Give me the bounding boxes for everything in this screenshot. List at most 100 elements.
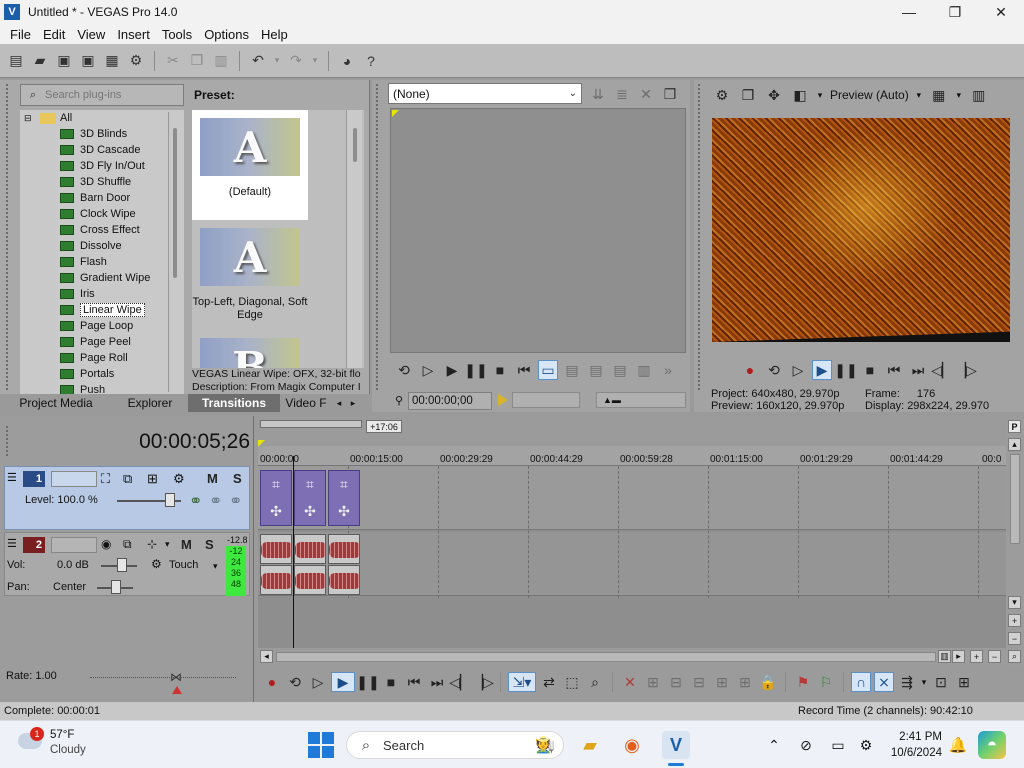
tree-scrollbar[interactable] [168,112,182,392]
paste-icon[interactable]: ▥ [211,51,231,71]
preset-scrollbar[interactable] [346,110,362,368]
scroll-left-icon[interactable]: ◂ [260,650,273,663]
play-icon[interactable]: ▶ [812,360,832,380]
go-to-start-icon[interactable]: ⏮ [884,360,904,380]
menu-edit[interactable]: Edit [37,27,71,42]
tree-item-push[interactable]: Push [20,382,184,394]
crop-icon[interactable]: ⌗ [272,476,280,493]
event-fx-icon[interactable]: ⊞ [735,672,755,692]
lock-envelopes-icon[interactable]: ⊡ [931,672,951,692]
vol-slider-knob[interactable] [117,558,127,572]
save-icon[interactable]: ▣ [54,51,74,71]
trim-end-icon[interactable]: ⊟ [689,672,709,692]
crop-icon[interactable]: ⌗ [306,476,314,493]
pause-icon[interactable]: ❚❚ [356,672,379,692]
automation-gear-icon[interactable]: ⚙ [151,557,162,571]
prev-frame-icon[interactable]: ⏮ [514,360,534,380]
scroll-grip-icon[interactable]: ▥ [938,650,951,663]
mute-button[interactable]: M [181,537,192,552]
tab-video-fx[interactable]: Video F [280,394,332,412]
external-monitor-icon[interactable]: ❐ [738,85,758,105]
scroll-thumb[interactable] [1010,454,1020,544]
track-fx-icon[interactable]: ⧉ [123,537,132,552]
play-from-start-icon[interactable]: ▷ [788,360,808,380]
display-icon[interactable]: ▭ [824,731,852,759]
track-collapse-icon[interactable]: ☰ [7,471,17,484]
go-to-end-icon[interactable]: ⏭ [908,360,928,380]
pan-crop-icon[interactable]: ✣ [304,503,316,520]
video-track-header[interactable]: ☰ 1 ⛶ ⧉ ⊞ ⚙ M S Level: 100.0 % ⚭ ⚭ ⚭ [4,466,250,530]
scroll-up-icon[interactable]: ▴ [1008,438,1021,451]
normal-edit-tool-icon[interactable]: ⇲▾ [508,672,536,692]
chevron-down-icon[interactable]: ▾ [915,90,923,101]
track-settings-gear-icon[interactable]: ⚙ [173,471,185,487]
tab-transitions[interactable]: Transitions [188,394,280,412]
record-icon[interactable]: ● [740,360,760,380]
insert-marker-icon[interactable]: ⚑ [793,672,813,692]
scroll-down-icon[interactable]: ▾ [1008,596,1021,609]
auto-crossfade-icon[interactable]: ⨯ [874,672,894,692]
zoom-in-icon[interactable]: + [970,650,983,663]
next-frame-icon[interactable]: ▕▷ [955,360,977,380]
audio-clip[interactable] [294,534,326,564]
trimmer-range-field[interactable] [512,392,580,408]
taskbar-search-box[interactable]: ⌕ Search 🧑‍🌾 [346,731,564,759]
tree-scroll-thumb[interactable] [173,128,177,278]
pan-crop-icon[interactable]: ✣ [270,503,282,520]
menu-tools[interactable]: Tools [156,27,198,42]
preset-default[interactable]: A (Default) [192,110,308,220]
tree-item-dissolve[interactable]: Dissolve [20,238,184,254]
timeline-ruler[interactable]: 00:00:00 00:00:15:00 00:00:29:29 00:00:4… [258,446,1006,466]
loop-icon[interactable]: ⟲ [764,360,784,380]
compositing-mode-icon[interactable]: ⊞ [147,471,158,487]
overlay-icon[interactable]: ◧ [790,85,810,105]
tree-item-cross-effect[interactable]: Cross Effect [20,222,184,238]
new-project-icon[interactable]: ▤ [6,51,26,71]
insert-icon[interactable]: ▤ [610,360,630,380]
next-frame-icon[interactable]: ▕▷ [472,672,494,692]
tab-explorer[interactable]: Explorer [112,394,188,412]
replace-icon[interactable]: ▥ [634,360,654,380]
play-icon[interactable]: ▶ [331,672,355,692]
preview-quality-dropdown[interactable]: Preview (Auto) [830,88,909,102]
copy-snapshot-icon[interactable]: ▥ [969,85,989,105]
loop-icon[interactable]: ⟲ [394,360,414,380]
tree-item-gradient-wipe[interactable]: Gradient Wipe [20,270,184,286]
tree-item-iris[interactable]: Iris [20,286,184,302]
track-fx-icon[interactable]: ⧉ [123,471,132,487]
trimmer-viewer[interactable] [390,108,686,353]
audio-track-lane[interactable] [258,532,1006,596]
close-button[interactable]: ✕ [978,0,1024,24]
preview-settings-gear-icon[interactable]: ⚙ [712,85,732,105]
tree-item-page-loop[interactable]: Page Loop [20,318,184,334]
track-name-field[interactable] [51,537,97,553]
more-icon[interactable]: » [658,360,678,380]
windows-start-icon[interactable] [308,732,334,758]
split-screen-icon[interactable]: ✥ [764,85,784,105]
ignore-grouping-icon[interactable]: ⊞ [954,672,974,692]
chevron-down-icon[interactable]: ▾ [955,90,963,101]
tree-item-3d-cascade[interactable]: 3D Cascade [20,142,184,158]
preset-third[interactable]: B [192,334,308,368]
copilot-icon[interactable]: ◓ [978,731,1006,759]
timeline-vertical-scrollbar[interactable]: P ▴ ▾ + − ⌕ [1006,420,1024,666]
video-clip[interactable]: ⌗ ✣ [260,470,292,526]
play-from-start-icon[interactable]: ▷ [308,672,328,692]
audio-clip[interactable] [294,565,326,595]
automation-value[interactable]: Touch [169,559,198,571]
undo-icon[interactable]: ↶ [248,51,268,71]
chevron-down-icon[interactable]: ▾ [213,561,218,572]
tree-item-page-roll[interactable]: Page Roll [20,350,184,366]
record-icon[interactable]: ● [262,672,282,692]
menu-insert[interactable]: Insert [111,27,156,42]
track-zoom-in-icon[interactable]: + [1008,614,1021,627]
playhead-cursor[interactable] [293,456,294,648]
trim-mode-icon[interactable]: ▭ [538,360,558,380]
tree-item-3d-shuffle[interactable]: 3D Shuffle [20,174,184,190]
cut-icon[interactable]: ✂ [163,51,183,71]
automation-mode-icon[interactable]: ⊹ [147,537,157,551]
solo-button[interactable]: S [233,471,242,486]
make-composite-icon[interactable]: ⚭ [229,491,242,511]
split-icon[interactable]: ⊞ [712,672,732,692]
play-icon[interactable]: ▶ [442,360,462,380]
